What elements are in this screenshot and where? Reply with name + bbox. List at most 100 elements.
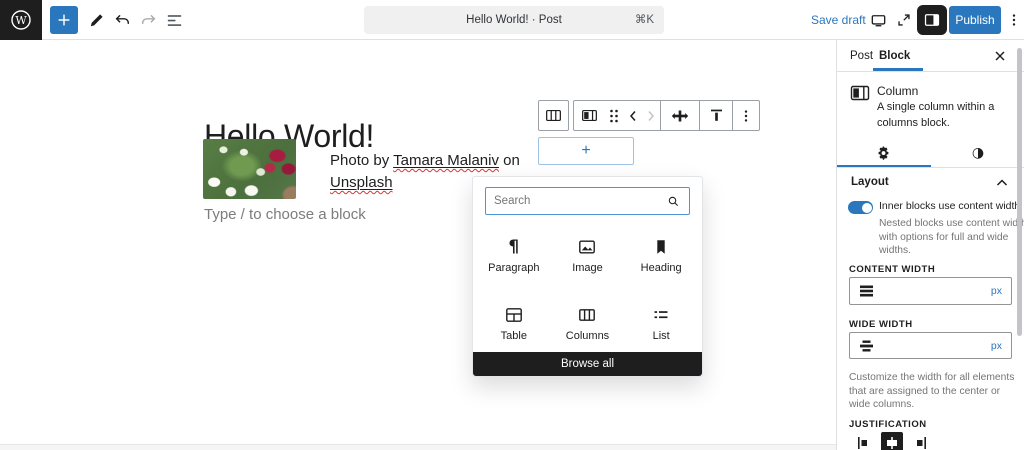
justify-right-icon [912,435,928,450]
list-view-button[interactable] [162,8,186,32]
content-width-input[interactable]: px [849,277,1012,305]
toggle-block-inserter-button[interactable] [50,6,78,34]
columns-icon [544,106,563,125]
flower-photo-image[interactable] [203,139,296,199]
vertical-align-button[interactable] [700,101,732,130]
document-title-button[interactable]: Hello World! · Post ⌘K [364,6,664,34]
heading-bookmark-icon [651,237,671,257]
canvas-bottom-edge [0,444,836,450]
list-icon [651,305,671,325]
px-unit-button[interactable]: px [991,340,1002,352]
credit-link-unsplash[interactable]: Unsplash [330,174,393,191]
tab-settings[interactable] [837,138,931,167]
pencil-icon [87,11,106,30]
block-appender-button[interactable]: + [538,137,634,165]
wide-width-input[interactable]: px [849,332,1012,359]
block-item-list[interactable]: List [624,293,698,353]
credit-middle: on [499,152,520,169]
px-unit-button[interactable]: px [991,285,1002,297]
magnifier-icon [666,194,681,209]
document-title: Hello World! · Post [466,14,562,26]
block-search-input[interactable] [486,195,666,207]
block-search-box[interactable] [485,187,690,215]
more-options-button[interactable] [1004,8,1024,32]
quick-inserter-popup: ¶ Paragraph Image [472,176,703,377]
plus-icon: + [581,143,590,159]
chevron-right-icon [645,109,657,123]
redo-button[interactable] [136,8,160,32]
select-columns-parent-button[interactable] [539,101,568,130]
block-label: List [653,330,670,342]
command-shortcut: ⌘K [635,6,654,34]
block-toolbar [573,100,760,131]
layout-panel-title[interactable]: Layout [851,176,889,188]
empty-block-placeholder[interactable]: Type / to choose a block [204,206,366,223]
sidebar-panel-icon [923,11,941,29]
publish-button[interactable]: Publish [949,6,1001,34]
kebab-menu-icon [1006,11,1022,29]
justify-right-button[interactable] [909,432,931,450]
wordpress-w-icon: W [9,8,33,32]
drag-handle-icon [607,108,621,124]
drag-handle[interactable] [604,101,624,130]
preview-button[interactable] [866,8,890,32]
column-block-type-button[interactable] [574,101,604,130]
block-item-table[interactable]: Table [477,293,551,353]
styles-icon: ◑ [972,146,984,160]
wordpress-block-editor: W [0,0,1024,450]
justification-label: JUSTIFICATION [849,419,927,430]
editor-topbar: W [0,0,1024,40]
settings-gear-icon [876,145,892,161]
move-right-button[interactable] [642,101,660,130]
move-left-button[interactable] [624,101,642,130]
settings-sidebar: Post Block Column A single column within… [836,40,1024,450]
block-item-image[interactable]: Image [551,225,625,285]
edit-tool-button[interactable] [84,8,108,32]
block-card-title: Column [877,84,918,98]
list-view-icon [165,11,184,30]
save-draft-button[interactable]: Save draft [811,0,866,40]
collapse-layout-button[interactable] [995,178,1009,188]
block-results-grid: ¶ Paragraph Image [477,225,698,353]
justify-center-button[interactable] [881,432,903,450]
column-icon [580,106,599,125]
vertical-align-top-icon [707,106,726,125]
column-block-icon [850,85,870,101]
expand-icon [895,11,913,29]
block-label: Columns [566,330,609,342]
block-item-columns[interactable]: Columns [551,293,625,353]
close-sidebar-button[interactable] [992,48,1008,64]
block-item-paragraph[interactable]: ¶ Paragraph [477,225,551,285]
block-item-heading[interactable]: Heading [624,225,698,285]
toggle-label[interactable]: Inner blocks use content width [879,200,1020,212]
justification-options [853,432,931,450]
chevron-left-icon [627,109,639,123]
browse-all-button[interactable]: Browse all [473,352,702,376]
block-options-button[interactable] [733,101,759,130]
justify-left-button[interactable] [853,432,875,450]
tab-post[interactable]: Post [850,40,873,72]
expand-horizontal-icon [670,106,690,126]
table-icon [504,305,524,325]
block-label: Heading [641,262,682,274]
settings-panel-toggle[interactable] [917,5,947,35]
monitor-icon [869,11,888,30]
credit-prefix: Photo by [330,152,393,169]
wide-width-label: WIDE WIDTH [849,319,913,330]
paragraph-icon: ¶ [508,237,519,257]
credit-link-author[interactable]: Tamara Malaniv [393,152,499,169]
block-label: Paragraph [488,262,539,274]
block-card-description: A single column within a columns block. [877,100,1011,131]
expand-column-button[interactable] [661,101,699,130]
width-help-text: Customize the width for all elements tha… [849,371,1021,412]
tab-styles[interactable]: ◑ [931,138,1024,167]
divider [837,167,1024,168]
wordpress-logo-icon[interactable]: W [0,0,42,40]
view-post-button[interactable] [892,8,916,32]
undo-button[interactable] [110,8,134,32]
block-label: Table [501,330,527,342]
inner-blocks-width-toggle[interactable] [848,201,873,214]
sidebar-scrollbar[interactable] [1017,48,1022,336]
close-icon [994,50,1006,62]
columns-icon [577,305,597,325]
